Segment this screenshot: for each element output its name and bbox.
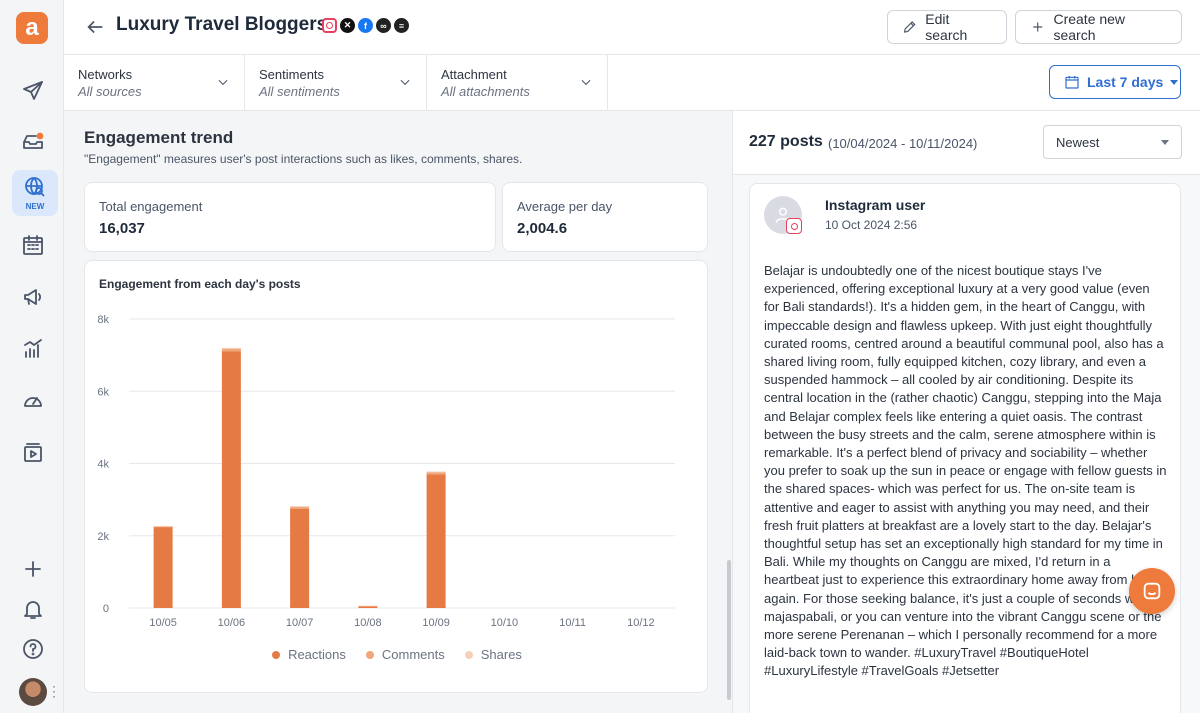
legend-swatch [272, 650, 281, 659]
bar-shares [426, 471, 446, 473]
y-tick-label: 0 [103, 603, 109, 615]
attachment-filter[interactable]: Attachment All attachments [427, 55, 608, 111]
megaphone-icon[interactable] [16, 280, 50, 314]
bar-reactions [290, 508, 310, 608]
engagement-bar-chart: 0 2k 4k 6k 8k 10/05 10/06 10/07 10/08 10/09 10/10 1… [97, 314, 675, 629]
chevron-down-icon [579, 75, 593, 89]
caret-down-icon [1161, 140, 1169, 145]
post-author: Instagram user [825, 197, 926, 213]
legend-label: Comments [381, 647, 445, 662]
globe-search-icon [25, 177, 45, 197]
facebook-icon: f [358, 18, 373, 33]
x-tick-label: 10/12 [627, 617, 655, 629]
sentiments-filter[interactable]: Sentiments All sentiments [245, 55, 427, 111]
bar-reactions [221, 351, 241, 608]
plus-icon [1033, 22, 1043, 32]
engagement-panel: Engagement trend "Engagement" measures u… [64, 111, 732, 713]
more-icon[interactable]: · · · [52, 680, 56, 702]
filter-bar: Networks All sources Sentiments All sent… [64, 55, 1200, 111]
x-tick-label: 10/09 [422, 617, 450, 629]
y-tick-label: 8k [97, 314, 109, 326]
help-icon[interactable] [16, 632, 50, 666]
bar-comments [426, 472, 446, 475]
create-new-search-button[interactable]: Create new search [1015, 10, 1182, 44]
blog-icon: ≡ [394, 18, 409, 33]
calendar-icon[interactable] [16, 228, 50, 262]
instagram-icon [322, 18, 337, 33]
posts-panel: 227 posts (10/04/2024 - 10/11/2024) Newe… [732, 111, 1200, 713]
sort-select[interactable]: Newest [1043, 125, 1182, 159]
legend-item[interactable]: Shares [464, 647, 522, 662]
new-badge: NEW [25, 202, 45, 211]
bar-shares [221, 347, 241, 349]
chevron-down-icon [216, 75, 230, 89]
instagram-icon [786, 218, 802, 234]
section-subtitle: "Engagement" measures user's post intera… [84, 152, 523, 166]
page-header: Luxury Travel Bloggers ✕ f ∞ ≡ Edit sear… [64, 0, 1200, 55]
legend-item[interactable]: Reactions [272, 647, 346, 662]
bar-reactions [426, 474, 446, 608]
pencil-icon [903, 21, 916, 33]
send-icon[interactable] [16, 74, 50, 108]
legend-item[interactable]: Comments [365, 647, 445, 662]
x-tick-label: 10/07 [286, 617, 314, 629]
posts-count: 227 posts [749, 133, 823, 150]
x-icon: ✕ [340, 18, 355, 33]
legend-label: Reactions [288, 647, 346, 662]
scrollbar[interactable] [727, 560, 731, 700]
edit-search-button[interactable]: Edit search [887, 10, 1007, 44]
media-library-icon[interactable] [16, 436, 50, 470]
y-tick-label: 2k [97, 531, 109, 543]
gauge-icon[interactable] [16, 384, 50, 418]
sidebar-item-listening[interactable]: NEW [12, 170, 58, 216]
average-per-day-card: Average per day 2,004.6 [502, 182, 708, 252]
inbox-icon[interactable] [16, 124, 50, 158]
legend-label: Shares [480, 647, 522, 662]
avatar[interactable] [19, 678, 47, 706]
x-tick-label: 10/08 [354, 617, 382, 629]
chart-legend: Reactions Comments Shares [85, 647, 709, 662]
analytics-icon[interactable] [16, 332, 50, 366]
tripadvisor-icon: ∞ [376, 18, 391, 33]
post-timestamp: 10 Oct 2024 2:56 [825, 218, 918, 232]
legend-swatch [365, 650, 374, 659]
network-icons: ✕ f ∞ ≡ [322, 18, 409, 33]
page-title: Luxury Travel Bloggers [116, 14, 328, 35]
plus-icon[interactable] [16, 552, 50, 586]
total-engagement-card: Total engagement 16,037 [84, 182, 496, 252]
bar-shares [290, 506, 310, 508]
legend-swatch [464, 650, 473, 659]
y-tick-label: 6k [97, 386, 109, 398]
back-arrow-icon[interactable] [84, 16, 106, 38]
bar-comments [153, 526, 173, 528]
networks-filter[interactable]: Networks All sources [64, 55, 245, 111]
engagement-chart-card: Engagement from each day's posts 0 2k 4k 6k… [84, 260, 708, 693]
x-tick-label: 10/05 [149, 617, 177, 629]
post-card[interactable]: Instagram user 10 Oct 2024 2:56 Belajar … [749, 183, 1181, 713]
calendar-icon [1065, 76, 1079, 89]
x-tick-label: 10/11 [559, 617, 586, 629]
bar-comments [358, 605, 378, 607]
bar-comments [221, 348, 241, 352]
app-logo[interactable]: a [16, 12, 48, 44]
section-title: Engagement trend [84, 128, 234, 147]
sidebar: a NEW · · · [0, 0, 64, 713]
chevron-down-icon [398, 75, 412, 89]
x-tick-label: 10/10 [491, 617, 519, 629]
posts-header: 227 posts (10/04/2024 - 10/11/2024) Newe… [733, 111, 1200, 175]
caret-down-icon [1170, 79, 1179, 85]
chat-icon [1143, 582, 1161, 600]
posts-date-range: (10/04/2024 - 10/11/2024) [828, 136, 978, 151]
bar-reactions [153, 526, 173, 608]
x-tick-label: 10/06 [218, 617, 246, 629]
post-body: Belajar is undoubtedly one of the nicest… [764, 263, 1167, 679]
date-range-button[interactable]: Last 7 days [1049, 65, 1181, 99]
chat-support-button[interactable] [1129, 568, 1175, 614]
y-tick-label: 4k [97, 459, 109, 471]
bell-icon[interactable] [16, 592, 50, 626]
